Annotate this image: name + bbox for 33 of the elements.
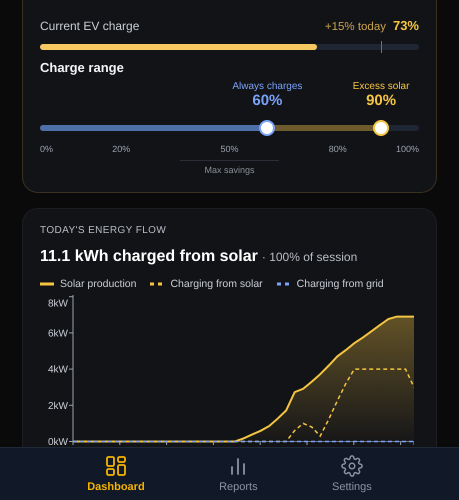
slider-track[interactable] bbox=[40, 125, 419, 131]
axis-label: 4kW bbox=[48, 364, 68, 376]
axis-label: 2kW bbox=[48, 400, 68, 412]
nav-tab[interactable]: Dashboard bbox=[81, 448, 151, 500]
handle-value: 60% bbox=[252, 92, 282, 109]
axis-label: 8kW bbox=[48, 298, 68, 310]
charge-delta: +15% today bbox=[324, 21, 386, 33]
legend-label: Charging from solar bbox=[170, 278, 263, 290]
nav-tab[interactable]: Settings bbox=[326, 448, 378, 500]
scale-label: 0% bbox=[40, 144, 54, 154]
grid-icon bbox=[104, 455, 127, 477]
axis-label: 0kW bbox=[48, 437, 68, 445]
settings-icon bbox=[340, 455, 363, 477]
handle-label: Excess solar bbox=[352, 81, 410, 92]
legend-label: Solar production bbox=[60, 278, 136, 290]
scale-label: 100% bbox=[396, 144, 419, 154]
handle-label: Always charges bbox=[232, 81, 302, 92]
handle-value: 90% bbox=[366, 92, 396, 109]
headline: 11.1 kWh charged from solar bbox=[40, 248, 258, 266]
nav-tab[interactable]: Reports bbox=[213, 448, 264, 500]
section-title: Charge range bbox=[40, 60, 125, 75]
max-savings-label: Max savings bbox=[180, 160, 279, 175]
legend-label: Charging from grid bbox=[296, 278, 384, 290]
headline-subtitle: · 100% of session bbox=[262, 250, 358, 264]
card-title: TODAY'S ENERGY FLOW bbox=[40, 225, 168, 236]
charge-value: 73% bbox=[392, 18, 419, 33]
scale-label: 20% bbox=[112, 144, 130, 154]
slider-thumb[interactable] bbox=[259, 120, 276, 136]
ev-charge-label: Current EV charge bbox=[40, 19, 140, 33]
slider-thumb[interactable] bbox=[373, 120, 390, 136]
scale-label: 80% bbox=[328, 144, 347, 154]
axis-label: 6kW bbox=[48, 328, 68, 340]
scale-label: 50% bbox=[220, 144, 238, 154]
